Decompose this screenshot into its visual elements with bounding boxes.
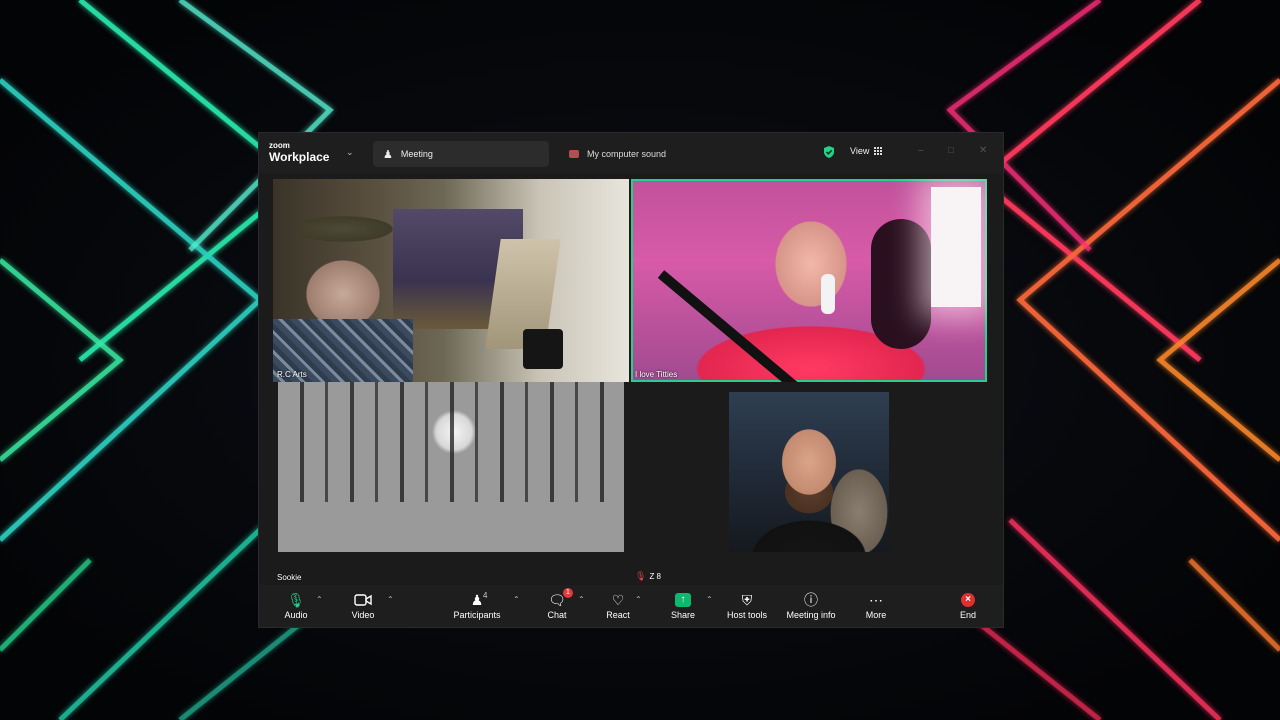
grid-icon	[874, 147, 883, 155]
share-screen-icon: ↑	[653, 591, 713, 609]
top-hat	[523, 329, 563, 369]
react-options-caret[interactable]: ⌃	[635, 595, 642, 604]
participant-name: R.C Arts	[277, 370, 307, 379]
mic-arm	[657, 270, 818, 382]
share-button[interactable]: ↑ Share	[653, 591, 713, 620]
meeting-info-label: Meeting info	[786, 610, 836, 620]
host-tools-button[interactable]: ⛨ Host tools	[717, 591, 777, 621]
chevron-down-icon[interactable]: ⌄	[346, 147, 354, 158]
more-icon: ⋯	[869, 591, 883, 608]
react-label: React	[606, 610, 630, 620]
end-label: End	[959, 610, 976, 620]
video-label: Video	[351, 610, 375, 620]
brand-big: Workplace	[269, 150, 330, 164]
share-label: Share	[670, 610, 696, 620]
participant-name: Sookie	[277, 573, 302, 582]
maximize-icon[interactable]: □	[948, 145, 954, 156]
participants-button[interactable]: ♟ 4 Participants	[447, 591, 507, 620]
share-options-caret[interactable]: ⌃	[706, 595, 713, 604]
video-button[interactable]: Video	[333, 591, 393, 620]
video-tile[interactable]: R.C Arts	[273, 179, 629, 382]
more-label: More	[865, 610, 887, 620]
forest-trees	[278, 382, 624, 502]
view-button[interactable]: View	[850, 146, 883, 156]
video-tile[interactable]: 🎙 Z 8	[631, 382, 987, 585]
tab-meeting-label: Meeting	[400, 149, 433, 159]
video-camera-icon	[333, 591, 393, 609]
brand-small: zoom	[269, 141, 290, 150]
participant-name: I love Titties	[635, 370, 678, 379]
end-button[interactable]: × End	[938, 591, 998, 620]
participants-icon: ♟	[383, 148, 393, 161]
video-tile[interactable]: Sookie	[273, 382, 629, 585]
chat-badge: 1	[563, 588, 573, 598]
participants-icon: ♟ 4	[470, 591, 488, 608]
video-tile-active-speaker[interactable]: I love Titties	[631, 179, 987, 382]
screen-share-icon	[569, 150, 579, 158]
chat-label: Chat	[547, 610, 567, 620]
tab-meeting[interactable]: ♟ Meeting	[373, 141, 549, 167]
participants-label: Participants	[453, 610, 501, 620]
neon-script-sign	[781, 189, 788, 214]
ring-light	[931, 187, 981, 307]
chat-options-caret[interactable]: ⌃	[578, 595, 585, 604]
video-options-caret[interactable]: ⌃	[387, 595, 394, 604]
meeting-toolbar: 🎙 Audio ⌃ Video ⌃ ♟ 4 Participants ⌃ 🗨 1 C…	[259, 585, 1003, 627]
tab-computer-sound[interactable]: My computer sound	[569, 141, 666, 167]
microphone	[821, 274, 835, 314]
video-gallery: R.C Arts I love Titties Sookie 🎙 Z 8	[259, 173, 1003, 585]
meeting-info-button[interactable]: ⓘ Meeting info	[781, 591, 841, 620]
profile-picture	[729, 392, 889, 552]
tab-computer-sound-label: My computer sound	[587, 149, 667, 159]
close-icon[interactable]: ✕	[979, 145, 987, 156]
title-bar: zoom Workplace ⌄ ♟ Meeting My computer s…	[259, 133, 1003, 173]
participant-name-tag: 🎙 Z 8	[635, 571, 661, 582]
close-icon: ×	[938, 591, 998, 609]
more-button[interactable]: ⋯ More	[846, 591, 906, 621]
mic-muted-icon: 🎙	[635, 571, 647, 581]
shield-icon: ⛨	[741, 591, 753, 608]
audio-label: Audio	[284, 610, 308, 620]
shield-icon[interactable]	[822, 145, 836, 159]
host-tools-label: Host tools	[726, 610, 768, 620]
minimize-icon[interactable]: –	[918, 145, 924, 156]
wig-stand	[871, 219, 931, 349]
audio-options-caret[interactable]: ⌃	[316, 595, 323, 604]
participants-count: 4	[483, 591, 488, 600]
participant-name: Z 8	[649, 572, 661, 581]
zoom-workplace-logo[interactable]: zoom Workplace	[269, 141, 330, 165]
info-icon: ⓘ	[804, 592, 818, 608]
view-label: View	[850, 146, 870, 156]
zoom-window: zoom Workplace ⌄ ♟ Meeting My computer s…	[259, 133, 1003, 627]
participants-options-caret[interactable]: ⌃	[513, 595, 520, 604]
